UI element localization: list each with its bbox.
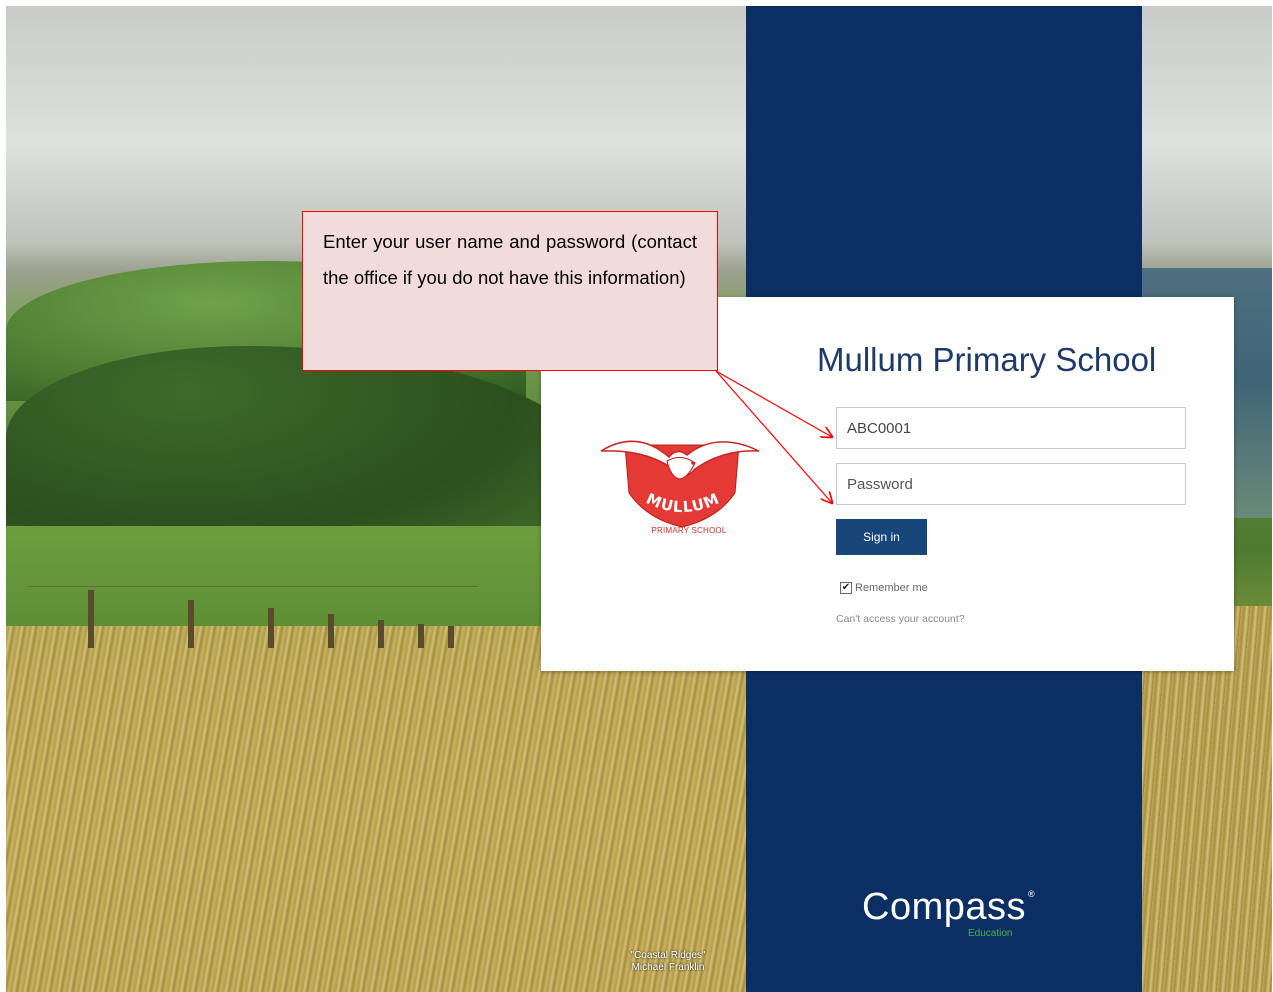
school-title: Mullum Primary School — [817, 341, 1157, 378]
fence — [28, 578, 478, 648]
compass-logo: Compass — [862, 886, 1026, 928]
password-input[interactable] — [836, 463, 1186, 505]
cant-access-link[interactable]: Can't access your account? — [836, 613, 965, 625]
fence-post — [188, 600, 194, 648]
username-input[interactable] — [836, 407, 1186, 449]
fence-wire — [28, 586, 478, 587]
registered-mark: ® — [1028, 889, 1035, 899]
fence-post — [418, 624, 424, 648]
seagull-shield-icon: MULLUM — [600, 440, 760, 528]
remember-me[interactable]: ✔ Remember me — [840, 582, 928, 594]
remember-me-label: Remember me — [855, 582, 928, 594]
photo-credit-title: "Coastal Ridges" — [630, 950, 706, 961]
fence-post — [268, 608, 274, 648]
fence-post — [378, 620, 384, 648]
school-logo: MULLUM PRIMARY SCHOOL — [597, 427, 763, 547]
logo-subtitle: PRIMARY SCHOOL — [651, 526, 727, 535]
sign-in-button[interactable]: Sign in — [836, 519, 927, 555]
dry-grass — [6, 626, 766, 992]
photo-credit: "Coastal Ridges" Michael Franklin — [598, 950, 738, 974]
instruction-callout: Enter your user name and password (conta… — [302, 211, 718, 371]
compass-education-text: Education — [968, 928, 1013, 939]
fence-post — [88, 590, 94, 648]
photo-credit-author: Michael Franklin — [631, 962, 705, 973]
fence-post — [448, 626, 454, 648]
fence-post — [328, 614, 334, 648]
checkbox-checked-icon[interactable]: ✔ — [840, 582, 852, 594]
